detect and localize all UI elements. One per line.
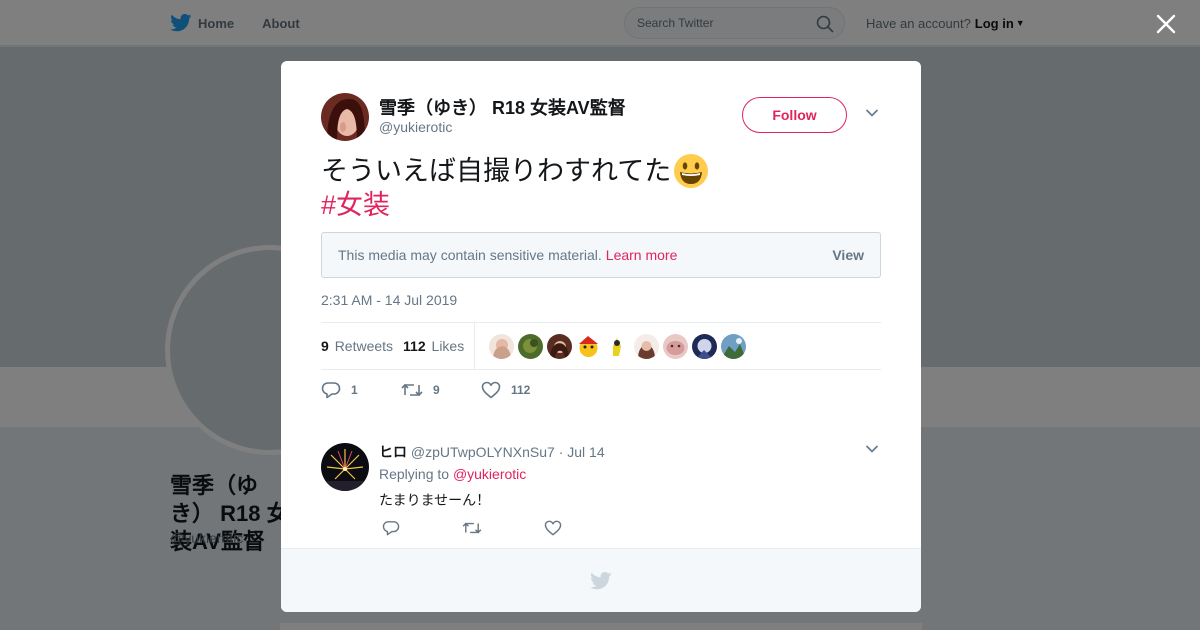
twitter-bird-icon xyxy=(590,571,612,589)
hashtag-link[interactable]: #女装 xyxy=(321,189,709,222)
learn-more-link[interactable]: Learn more xyxy=(606,247,678,263)
chevron-down-icon[interactable] xyxy=(865,108,879,118)
liker-avatar[interactable] xyxy=(518,333,544,359)
tweet-timestamp[interactable]: 2:31 AM - 14 Jul 2019 xyxy=(321,292,457,308)
smiley-emoji-icon xyxy=(674,154,709,188)
retweet-count: 9 xyxy=(433,383,440,397)
tweet-body: そういえば自撮りわすれてた xyxy=(321,155,672,186)
heart-icon xyxy=(481,381,501,399)
chevron-down-icon[interactable] xyxy=(865,444,879,454)
liker-avatar[interactable] xyxy=(547,333,573,359)
modal-footer xyxy=(281,548,921,612)
retweet-icon xyxy=(401,383,423,397)
author-name[interactable]: 雪季（ゆき） R18 女装AV監督 xyxy=(379,94,626,120)
author-avatar[interactable] xyxy=(321,93,369,141)
tweet-text: そういえば自撮りわすれてた #女装 xyxy=(321,153,709,222)
close-icon[interactable] xyxy=(1152,10,1180,38)
reply-author-name[interactable]: ヒロ xyxy=(379,444,407,460)
liker-avatar[interactable] xyxy=(663,333,689,359)
reply-action[interactable]: 1 xyxy=(321,381,401,399)
liker-avatar[interactable] xyxy=(634,333,660,359)
stats-divider xyxy=(474,322,476,370)
likes-stat[interactable]: 112 Likes xyxy=(403,338,464,354)
reply-text: たまりませーん！ xyxy=(379,492,491,508)
follow-button[interactable]: Follow xyxy=(742,97,847,133)
tweet-stats: 9 Retweets 112 Likes xyxy=(321,322,881,370)
reply-icon xyxy=(321,382,341,399)
author-handle[interactable]: @yukierotic xyxy=(379,119,452,135)
retweet-action[interactable]: 9 xyxy=(401,381,481,399)
retweets-label: Retweets xyxy=(334,338,394,354)
view-media-button[interactable]: View xyxy=(832,247,864,263)
retweets-stat[interactable]: 9 Retweets xyxy=(321,338,393,354)
reply-separator: · xyxy=(558,444,564,460)
tweet-actions: 1 9 112 xyxy=(321,381,561,399)
liker-avatar[interactable] xyxy=(605,333,631,359)
replying-prefix: Replying to xyxy=(379,466,450,482)
liker-avatar[interactable] xyxy=(576,333,602,359)
sensitive-media-notice: This media may contain sensitive materia… xyxy=(321,232,881,278)
liker-avatar[interactable] xyxy=(721,333,747,359)
sensitive-notice-text: This media may contain sensitive materia… xyxy=(338,247,602,263)
reply-actions xyxy=(382,520,624,536)
heart-icon[interactable] xyxy=(544,520,562,536)
likes-count: 112 xyxy=(403,338,426,354)
likes-label: Likes xyxy=(431,338,465,354)
reply-author-handle[interactable]: @zpUTwpOLYNXnSu7 xyxy=(411,444,555,460)
retweets-count: 9 xyxy=(321,338,329,354)
liker-avatar[interactable] xyxy=(692,333,718,359)
like-action[interactable]: 112 xyxy=(481,381,561,399)
reply-count: 1 xyxy=(351,383,358,397)
liker-avatar[interactable] xyxy=(489,333,515,359)
replying-to-link[interactable]: @yukierotic xyxy=(453,466,526,482)
retweet-icon[interactable] xyxy=(462,520,482,536)
reply-header: ヒロ @zpUTwpOLYNXnSu7 · Jul 14 xyxy=(379,442,605,462)
reply-icon[interactable] xyxy=(382,520,400,536)
reply-date[interactable]: Jul 14 xyxy=(567,444,604,460)
replying-to: Replying to @yukierotic xyxy=(379,466,526,482)
reply-author-avatar[interactable] xyxy=(321,443,369,491)
tweet-modal: 雪季（ゆき） R18 女装AV監督 @yukierotic Follow そうい… xyxy=(281,61,921,612)
liker-avatars xyxy=(485,333,747,359)
like-count: 112 xyxy=(511,383,531,397)
